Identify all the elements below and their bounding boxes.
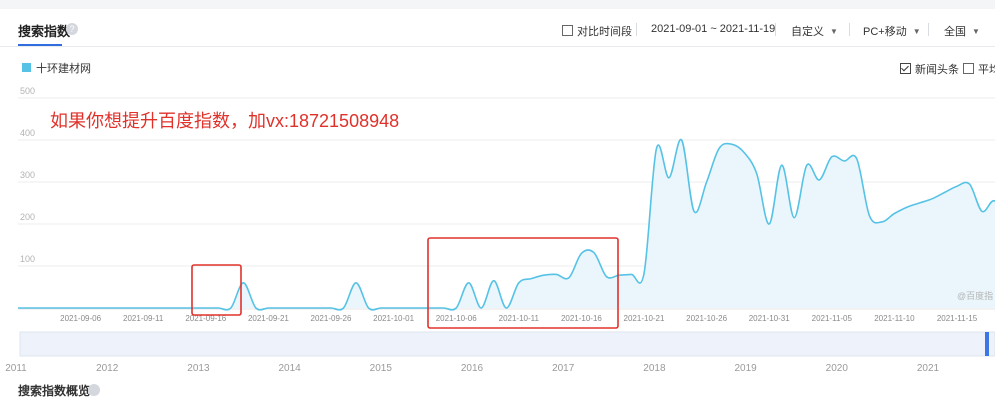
x-tick-label: 2021-09-26 [311,314,352,323]
timeline-years: 2011 2012 2013 2014 2015 2016 2017 2018 2019 2020… [5,363,939,374]
x-tick-label: 2021-10-21 [624,314,665,323]
x-tick-label: 2021-09-06 [60,314,101,323]
x-tick-label: 2021-10-06 [436,314,477,323]
help-icon[interactable] [88,384,100,396]
timeline-scrubber[interactable] [19,331,995,357]
trend-chart: 500 400 300 200 100 2021-09-06 2021-09-11 2021… [5,86,995,374]
y-tick-label: 500 [20,86,35,96]
watermark-text: @百度指 [957,290,993,301]
timeline-year-label: 2019 [734,363,757,374]
promo-overlay-text: 如果你想提升百度指数，加vx:18721508948 [50,111,399,131]
x-tick-label: 2021-10-31 [749,314,790,323]
timeline-year-label: 2015 [370,363,393,374]
y-tick-label: 100 [20,254,35,264]
y-axis-ticks: 500 400 300 200 100 [20,86,35,264]
x-tick-label: 2021-10-16 [561,314,602,323]
y-tick-label: 300 [20,170,35,180]
y-tick-label: 400 [20,128,35,138]
timeline-year-label: 2021 [917,363,940,374]
x-tick-label: 2021-10-01 [373,314,414,323]
x-tick-label: 2021-10-11 [499,314,540,323]
timeline-year-label: 2014 [278,363,301,374]
timeline-year-label: 2016 [461,363,484,374]
x-tick-label: 2021-09-11 [123,314,164,323]
timeline-year-label: 2013 [187,363,210,374]
timeline-year-label: 2012 [96,363,119,374]
timeline-year-label: 2018 [643,363,666,374]
x-tick-label: 2021-10-26 [686,314,727,323]
x-tick-label: 2021-09-21 [248,314,289,323]
overview-section-title: 搜索指数概览 [18,384,91,398]
x-tick-label: 2021-11-05 [812,314,853,323]
timeline-handle[interactable] [985,332,989,356]
x-tick-label: 2021-11-10 [874,314,915,323]
series-area [18,139,995,310]
x-tick-label: 2021-11-15 [937,314,978,323]
timeline-year-label: 2011 [5,363,27,374]
y-tick-label: 200 [20,212,35,222]
timeline-year-label: 2020 [826,363,849,374]
timeline-year-label: 2017 [552,363,575,374]
